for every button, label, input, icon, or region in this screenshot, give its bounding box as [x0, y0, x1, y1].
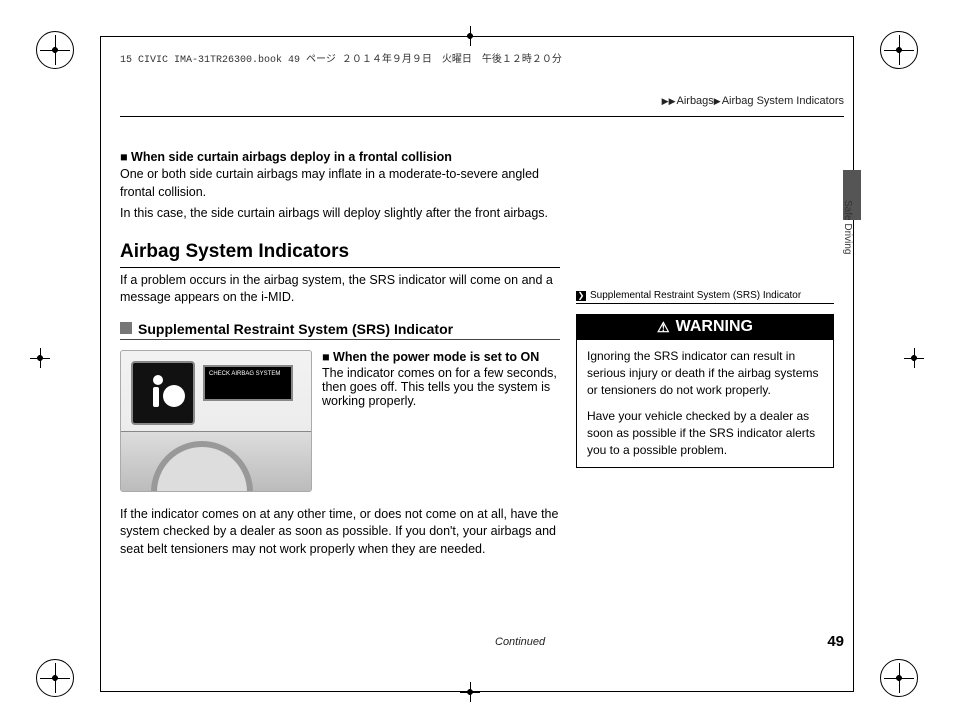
warning-title-bar: ⚠ WARNING	[576, 314, 834, 340]
section-heading: Airbag System Indicators	[120, 241, 560, 268]
section-tab-label: Safe Driving	[842, 200, 853, 254]
breadcrumb-a: Airbags	[677, 95, 714, 107]
subsection-heading: Supplemental Restraint System (SRS) Indi…	[138, 321, 453, 337]
square-bullet-icon	[120, 322, 132, 334]
subsection-heading-row: Supplemental Restraint System (SRS) Indi…	[120, 321, 560, 340]
book-header: 15 CIVIC IMA-31TR26300.book 49 ページ ２０１４年…	[120, 50, 562, 66]
paragraph: In this case, the side curtain airbags w…	[120, 205, 560, 223]
warning-body: Ignoring the SRS indicator can result in…	[576, 340, 834, 468]
paragraph: If the indicator comes on at any other t…	[120, 506, 560, 559]
registration-mark-icon	[460, 682, 480, 702]
side-reference: ❯ Supplemental Restraint System (SRS) In…	[576, 290, 834, 304]
crop-line	[100, 36, 101, 692]
main-column: ■ When side curtain airbags deploy in a …	[120, 150, 560, 558]
sub-heading: ■ When side curtain airbags deploy in a …	[120, 150, 560, 164]
paragraph: The indicator comes on for a few seconds…	[322, 366, 560, 408]
paragraph: One or both side curtain airbags may inf…	[120, 166, 560, 201]
divider	[120, 116, 844, 117]
chevron-right-icon: ▶	[714, 96, 721, 106]
page-number: 49	[827, 633, 844, 650]
registration-mark-icon	[460, 26, 480, 46]
warning-title: WARNING	[676, 318, 753, 336]
registration-mark-icon	[40, 663, 70, 693]
paragraph: If a problem occurs in the airbag system…	[120, 272, 560, 307]
reference-mark-icon: ❯	[576, 291, 586, 301]
crop-line	[853, 36, 854, 692]
continued-label: Continued	[495, 636, 545, 648]
warning-triangle-icon: ⚠	[657, 319, 670, 336]
registration-mark-icon	[904, 348, 924, 368]
side-reference-text: Supplemental Restraint System (SRS) Indi…	[590, 290, 801, 301]
chevron-right-icon: ▶▶	[662, 96, 676, 106]
side-column: ❯ Supplemental Restraint System (SRS) In…	[576, 290, 834, 468]
check-airbag-display: CHECK AIRBAG SYSTEM	[203, 365, 293, 401]
power-mode-heading: ■ When the power mode is set to ON	[322, 350, 560, 364]
breadcrumb-b: Airbag System Indicators	[722, 95, 844, 107]
warning-paragraph: Ignoring the SRS indicator can result in…	[587, 348, 823, 398]
registration-mark-icon	[884, 663, 914, 693]
srs-description: ■ When the power mode is set to ON The i…	[322, 350, 560, 492]
warning-paragraph: Have your vehicle checked by a dealer as…	[587, 408, 823, 458]
registration-mark-icon	[30, 348, 50, 368]
dashboard-illustration: CHECK AIRBAG SYSTEM	[120, 350, 312, 492]
registration-mark-icon	[884, 35, 914, 65]
srs-block: CHECK AIRBAG SYSTEM ■ When the power mod…	[120, 350, 560, 492]
airbag-warning-icon	[131, 361, 195, 425]
registration-mark-icon	[40, 35, 70, 65]
breadcrumb: ▶▶Airbags▶Airbag System Indicators	[662, 95, 844, 107]
